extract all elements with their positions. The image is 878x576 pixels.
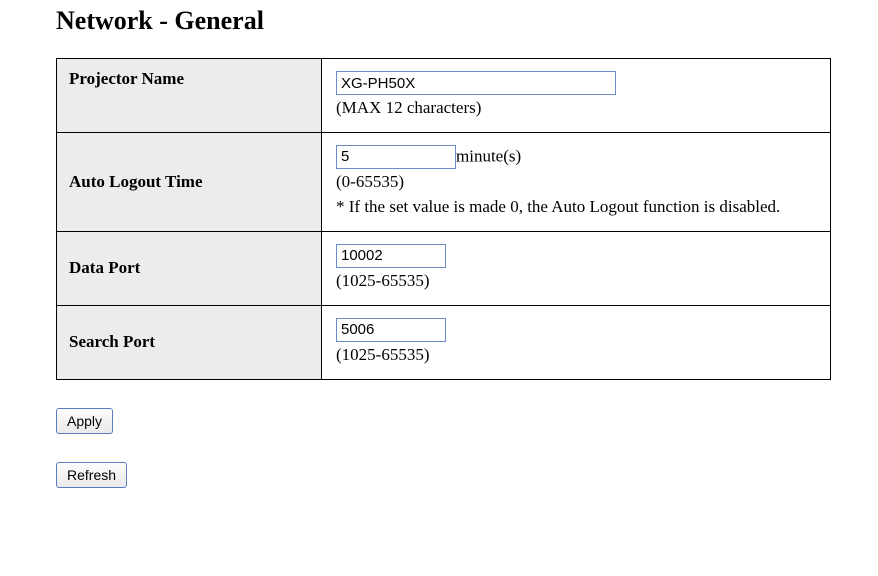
auto-logout-time-range: (0-65535)	[336, 171, 818, 194]
cell-data-port: (1025-65535)	[322, 231, 831, 305]
label-projector-name: Projector Name	[57, 59, 322, 133]
auto-logout-time-note: * If the set value is made 0, the Auto L…	[336, 196, 818, 219]
settings-table: Projector Name (MAX 12 characters) Auto …	[56, 58, 831, 380]
row-projector-name: Projector Name (MAX 12 characters)	[57, 59, 831, 133]
apply-button[interactable]: Apply	[56, 408, 113, 434]
projector-name-hint: (MAX 12 characters)	[336, 97, 818, 120]
label-auto-logout-time: Auto Logout Time	[57, 132, 322, 231]
row-auto-logout-time: Auto Logout Time minute(s) (0-65535) * I…	[57, 132, 831, 231]
auto-logout-time-input[interactable]	[336, 145, 456, 169]
search-port-range: (1025-65535)	[336, 344, 818, 367]
cell-projector-name: (MAX 12 characters)	[322, 59, 831, 133]
cell-auto-logout-time: minute(s) (0-65535) * If the set value i…	[322, 132, 831, 231]
auto-logout-time-unit: minute(s)	[456, 146, 521, 165]
refresh-button-row: Refresh	[56, 462, 878, 488]
projector-name-input[interactable]	[336, 71, 616, 95]
label-data-port: Data Port	[57, 231, 322, 305]
label-search-port: Search Port	[57, 305, 322, 379]
cell-search-port: (1025-65535)	[322, 305, 831, 379]
network-general-container: Network - General Projector Name (MAX 12…	[0, 0, 878, 518]
data-port-range: (1025-65535)	[336, 270, 818, 293]
page-title: Network - General	[56, 6, 878, 36]
refresh-button[interactable]: Refresh	[56, 462, 127, 488]
search-port-input[interactable]	[336, 318, 446, 342]
row-data-port: Data Port (1025-65535)	[57, 231, 831, 305]
data-port-input[interactable]	[336, 244, 446, 268]
apply-button-row: Apply	[56, 408, 878, 434]
row-search-port: Search Port (1025-65535)	[57, 305, 831, 379]
